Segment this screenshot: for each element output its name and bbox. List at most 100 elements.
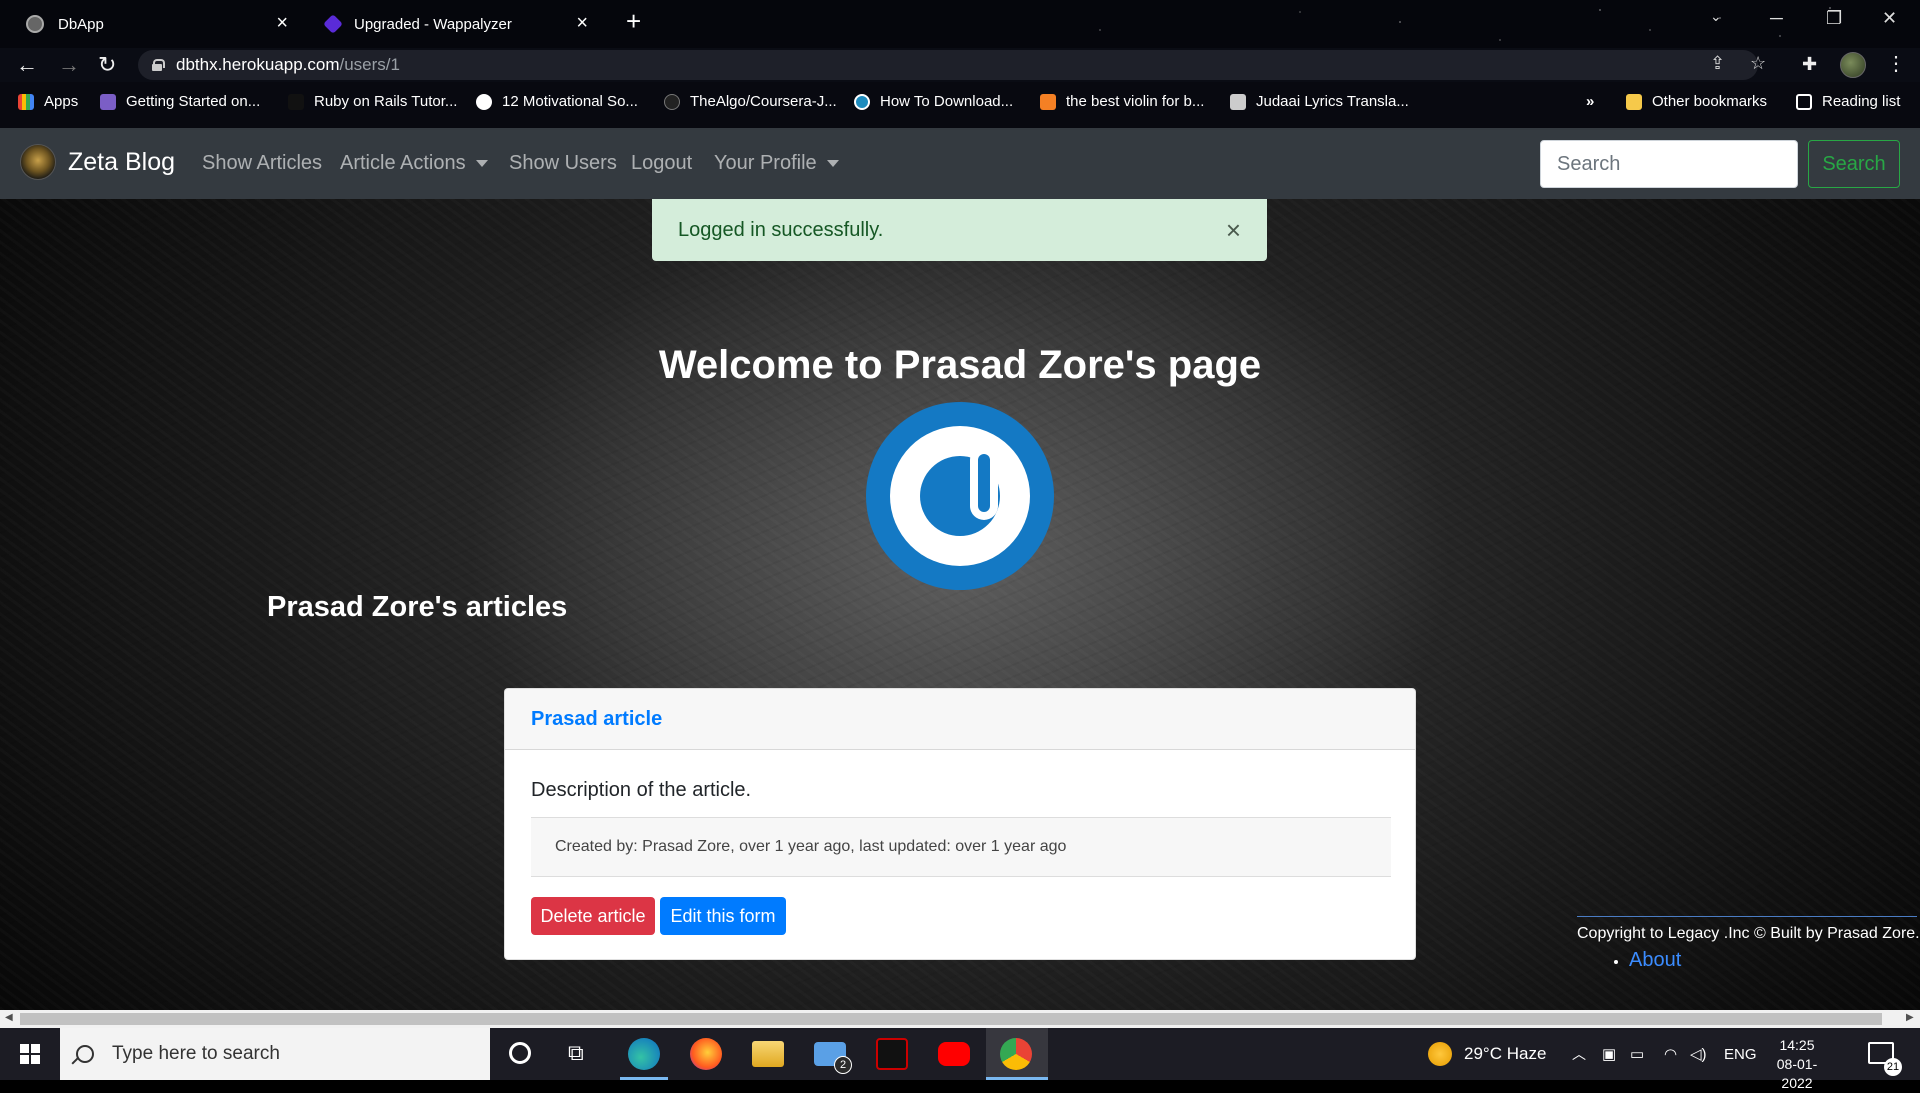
nav-article-actions-label: Article Actions bbox=[340, 152, 466, 174]
bookmark-label: Other bookmarks bbox=[1652, 93, 1768, 110]
file-explorer-icon[interactable] bbox=[752, 1041, 784, 1067]
forward-icon[interactable]: → bbox=[58, 52, 80, 78]
page-title: Welcome to Prasad Zore's page bbox=[658, 343, 1262, 387]
taskbar-clock[interactable]: 14:25 08-01-2022 bbox=[1762, 1036, 1832, 1093]
back-icon[interactable]: ← bbox=[16, 52, 38, 78]
globe-icon bbox=[26, 15, 44, 33]
tab-dbapp[interactable]: DbApp × bbox=[14, 6, 304, 42]
close-icon[interactable]: × bbox=[276, 13, 288, 33]
nav-show-articles[interactable]: Show Articles bbox=[202, 152, 322, 175]
firefox-icon[interactable] bbox=[690, 1038, 722, 1070]
bookmark-how-to-download[interactable]: How To Download... bbox=[854, 93, 1013, 110]
bookmarks-overflow-chevron[interactable]: » bbox=[1586, 93, 1594, 110]
lyrics-icon bbox=[1230, 93, 1246, 110]
close-icon[interactable]: × bbox=[576, 13, 588, 33]
browser-tab-strip: DbApp × Upgraded - Wappalyzer × + ⌄ ─ ❐ … bbox=[0, 0, 1920, 48]
volume-icon[interactable]: ◁) bbox=[1690, 1028, 1707, 1080]
horizontal-scrollbar[interactable]: ◀ ▶ bbox=[0, 1010, 1920, 1028]
minimize-icon[interactable]: ─ bbox=[1770, 8, 1783, 29]
article-card: Prasad article Description of the articl… bbox=[504, 688, 1416, 960]
article-description: Description of the article. bbox=[531, 779, 752, 801]
meet-now-icon[interactable]: ▣ bbox=[1602, 1028, 1616, 1080]
battery-icon[interactable]: ▭ bbox=[1630, 1028, 1644, 1080]
search-input[interactable] bbox=[1540, 140, 1798, 188]
article-meta-text: Created by: Prasad Zore, over 1 year ago… bbox=[555, 838, 1067, 855]
nav-article-actions[interactable]: Article Actions bbox=[340, 152, 488, 175]
bookmark-apps[interactable]: Apps bbox=[18, 93, 78, 110]
windows-start-icon[interactable] bbox=[20, 1044, 40, 1064]
globe-icon bbox=[476, 93, 492, 110]
avatar-bar-inner bbox=[978, 454, 990, 512]
bookmark-reading-list[interactable]: Reading list bbox=[1796, 93, 1900, 110]
page-viewport: Zeta Blog Show Articles Article Actions … bbox=[0, 128, 1920, 1010]
search-button[interactable]: Search bbox=[1808, 140, 1900, 188]
bookmark-rails[interactable]: Ruby on Rails Tutor... bbox=[288, 93, 457, 110]
youtube-icon[interactable] bbox=[938, 1042, 970, 1066]
taskbar-search-box[interactable]: Type here to search bbox=[60, 1028, 490, 1080]
bookmark-judaai[interactable]: Judaai Lyrics Transla... bbox=[1230, 93, 1409, 110]
reload-icon[interactable]: ↻ bbox=[98, 52, 116, 78]
folder-icon bbox=[1626, 93, 1642, 110]
bookmark-label: Ruby on Rails Tutor... bbox=[314, 93, 458, 110]
menu-kebab-icon[interactable]: ⋮ bbox=[1886, 51, 1906, 76]
article-meta: Created by: Prasad Zore, over 1 year ago… bbox=[531, 817, 1391, 877]
extensions-icon[interactable]: ✚ bbox=[1802, 54, 1817, 75]
task-view-icon[interactable]: ⧉ bbox=[568, 1040, 584, 1066]
bookmark-violin[interactable]: the best violin for b... bbox=[1040, 93, 1204, 110]
close-window-icon[interactable]: ✕ bbox=[1882, 8, 1897, 29]
bookmark-label: Judaai Lyrics Transla... bbox=[1256, 93, 1409, 110]
share-icon[interactable]: ⇪ bbox=[1710, 53, 1725, 74]
stackoverflow-icon bbox=[1040, 93, 1056, 110]
weather-widget[interactable]: 29°C Haze bbox=[1428, 1028, 1546, 1080]
caret-down-icon bbox=[475, 160, 488, 168]
search-icon bbox=[76, 1045, 94, 1063]
restore-icon[interactable]: ❐ bbox=[1826, 8, 1842, 29]
brand-name: Zeta Blog bbox=[68, 147, 176, 176]
cortana-icon[interactable] bbox=[509, 1042, 531, 1064]
nav-show-users[interactable]: Show Users bbox=[509, 152, 617, 175]
brand-link[interactable]: Zeta Blog bbox=[20, 144, 175, 180]
tab-wappalyzer[interactable]: Upgraded - Wappalyzer × bbox=[314, 6, 604, 42]
chrome-icon[interactable] bbox=[1000, 1038, 1032, 1070]
nav-your-profile[interactable]: Your Profile bbox=[714, 152, 839, 175]
github-icon bbox=[664, 93, 680, 110]
tab-title: Upgraded - Wappalyzer bbox=[354, 15, 512, 33]
scroll-left-icon[interactable]: ◀ bbox=[5, 1012, 13, 1023]
tab-search-icon[interactable]: ⌄ bbox=[1710, 8, 1722, 25]
close-icon[interactable]: × bbox=[1226, 217, 1241, 243]
chevron-up-icon[interactable]: ︿ bbox=[1572, 1028, 1586, 1080]
new-tab-button[interactable]: + bbox=[626, 6, 641, 36]
bookmark-getting-started[interactable]: Getting Started on... bbox=[100, 93, 260, 110]
article-card-header: Prasad article bbox=[505, 689, 1415, 750]
bookmark-star-icon[interactable]: ☆ bbox=[1750, 53, 1766, 74]
bookmark-other[interactable]: Other bookmarks bbox=[1626, 93, 1767, 110]
weather-text: 29°C Haze bbox=[1464, 1044, 1547, 1063]
delete-article-button[interactable]: Delete article bbox=[531, 897, 655, 935]
scroll-right-icon[interactable]: ▶ bbox=[1906, 1012, 1914, 1023]
clock-date: 08-01-2022 bbox=[1776, 1056, 1818, 1091]
wappalyzer-icon bbox=[323, 14, 343, 34]
omnibox[interactable]: dbthx.herokuapp.com/users/1 ⇪ ☆ bbox=[138, 50, 1766, 80]
mail-badge: 2 bbox=[834, 1056, 852, 1074]
bookmark-motivational[interactable]: 12 Motivational So... bbox=[476, 93, 638, 110]
edge-icon[interactable] bbox=[628, 1038, 660, 1070]
taskbar-search-placeholder: Type here to search bbox=[112, 1043, 280, 1064]
avatar bbox=[866, 402, 1054, 590]
edit-article-button[interactable]: Edit this form bbox=[660, 897, 786, 935]
bookmark-thealgo[interactable]: TheAlgo/Coursera-J... bbox=[664, 93, 837, 110]
language-indicator[interactable]: ENG bbox=[1724, 1028, 1757, 1080]
footer-about-link[interactable]: About bbox=[1629, 949, 1681, 971]
wifi-icon[interactable]: ◠ bbox=[1664, 1028, 1677, 1080]
success-alert: Logged in successfully. × bbox=[652, 199, 1267, 261]
lock-icon[interactable] bbox=[152, 59, 165, 71]
footer-divider bbox=[1577, 916, 1917, 917]
profile-avatar-icon[interactable] bbox=[1840, 52, 1866, 78]
wordpress-icon bbox=[854, 93, 870, 110]
game-app-icon[interactable] bbox=[876, 1038, 908, 1070]
scrollbar-thumb[interactable] bbox=[20, 1013, 1882, 1025]
bookmark-label: 12 Motivational So... bbox=[502, 93, 638, 110]
article-title-link[interactable]: Prasad article bbox=[531, 708, 662, 731]
chevron-right-icon: » bbox=[1586, 93, 1595, 110]
articles-heading: Prasad Zore's articles bbox=[267, 591, 568, 623]
nav-logout[interactable]: Logout bbox=[631, 152, 692, 175]
